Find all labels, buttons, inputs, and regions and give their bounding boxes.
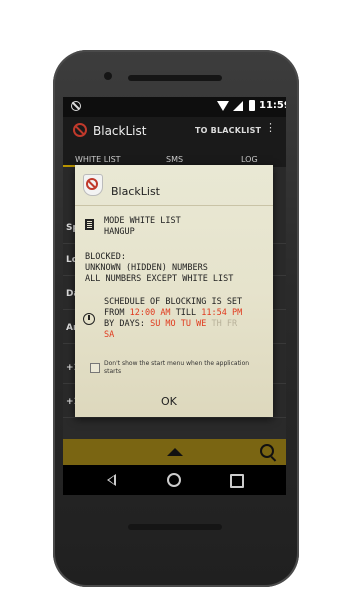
bottom-action-bar <box>63 439 286 465</box>
schedule-line: SCHEDULE OF BLOCKING IS SET <box>104 297 243 307</box>
active-days: SU MO TU WE <box>150 319 207 329</box>
schedule-days-line: BY DAYS: SU MO TU WE TH FR <box>104 319 269 330</box>
battery-icon <box>249 100 255 111</box>
tab-log[interactable]: LOG <box>241 155 258 164</box>
last-day: SA <box>104 330 115 340</box>
wifi-icon <box>217 101 229 111</box>
overflow-menu-icon[interactable]: ⋮ <box>265 122 276 133</box>
blocked-status-icon <box>71 101 81 111</box>
from-label: FROM <box>104 308 125 318</box>
blocked-line: UNKNOWN (HIDDEN) NUMBERS <box>85 263 208 273</box>
schedule-info: SCHEDULE OF BLOCKING IS SET FROM 12:00 A… <box>104 297 269 341</box>
dialog-title: BlackList <box>111 185 160 198</box>
mode-info: MODE WHITE LIST HANGUP <box>104 216 181 238</box>
recents-nav-icon[interactable] <box>230 474 244 488</box>
dialog-divider <box>75 205 273 206</box>
to-blacklist-button[interactable]: TO BLACKLIST <box>195 126 261 135</box>
dont-show-checkbox[interactable] <box>90 363 100 373</box>
mode-list-icon <box>85 219 94 230</box>
front-camera <box>104 72 112 80</box>
from-time: 12:00 AM <box>129 308 171 318</box>
expand-up-icon[interactable] <box>167 448 183 456</box>
blocked-ring <box>86 178 98 190</box>
top-speaker <box>128 75 222 81</box>
dont-show-label[interactable]: Don't show the start menu when the appli… <box>104 360 268 376</box>
blocked-header: BLOCKED: <box>85 252 126 262</box>
blocked-line: ALL NUMBERS EXCEPT WHITE LIST <box>85 274 234 284</box>
dialog-logo-icon <box>83 174 103 196</box>
mode-line: MODE WHITE LIST <box>104 216 181 226</box>
till-time: 11:54 PM <box>201 308 243 318</box>
app-bar: BlackList TO BLACKLIST ⋮ <box>63 117 286 147</box>
status-bar: 11:59 <box>63 97 286 117</box>
signal-icon <box>233 101 243 111</box>
till-label: TILL <box>175 308 197 318</box>
start-info-dialog: BlackList MODE WHITE LIST HANGUP BLOCKED… <box>75 165 273 417</box>
search-icon[interactable] <box>260 444 274 458</box>
app-title: BlackList <box>93 124 147 138</box>
home-nav-icon[interactable] <box>167 473 181 487</box>
by-days-label: BY DAYS: <box>104 319 145 329</box>
mode-action-line: HANGUP <box>104 227 135 237</box>
blocked-info: BLOCKED: UNKNOWN (HIDDEN) NUMBERS ALL NU… <box>85 252 233 285</box>
tab-white-list[interactable]: WHITE LIST <box>75 155 121 164</box>
bottom-speaker <box>128 524 222 530</box>
tab-sms[interactable]: SMS <box>166 155 183 164</box>
back-nav-icon[interactable] <box>107 474 116 486</box>
clock-icon <box>83 313 95 325</box>
system-nav-bar <box>63 465 286 495</box>
schedule-time-line: FROM 12:00 AM TILL 11:54 PM <box>104 308 269 319</box>
status-time: 11:59 <box>259 100 286 111</box>
app-logo-icon <box>73 123 87 137</box>
ok-button[interactable]: OK <box>161 395 177 408</box>
inactive-days: TH FR <box>211 319 238 329</box>
tab-bar: WHITE LIST SMS LOG <box>63 147 286 167</box>
